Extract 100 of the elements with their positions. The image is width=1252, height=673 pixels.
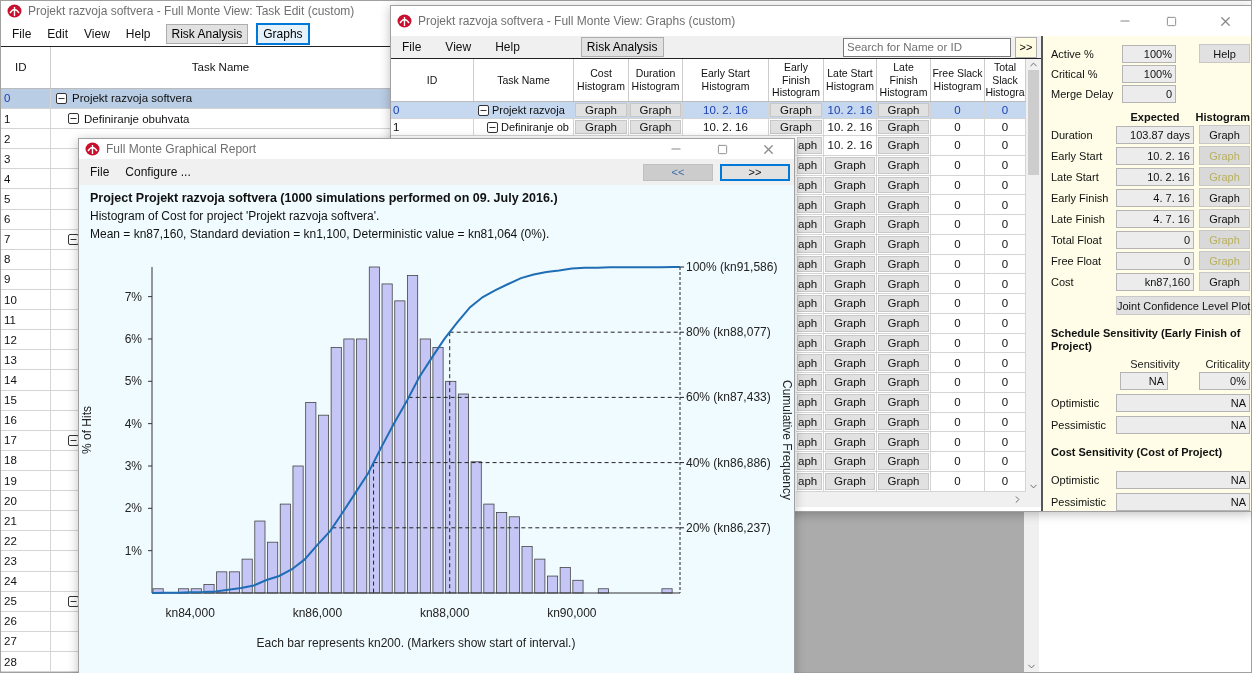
table-row[interactable]: 15 bbox=[1, 390, 79, 411]
graph-button[interactable]: Graph bbox=[825, 433, 875, 450]
table-row[interactable]: 16 bbox=[1, 410, 79, 431]
toolbar-button[interactable]: Risk Analysis bbox=[580, 37, 664, 57]
value-field[interactable]: kn87,160 bbox=[1116, 272, 1194, 291]
graph-button[interactable]: aph bbox=[797, 275, 822, 292]
graph-button[interactable]: Graph bbox=[825, 255, 875, 273]
value-field[interactable]: 4. 7. 16 bbox=[1116, 188, 1194, 207]
table-row[interactable]: aph Graph Graph 0 0 bbox=[796, 412, 1026, 433]
value-field[interactable]: NA bbox=[1116, 416, 1250, 435]
graph-button[interactable]: Graph bbox=[878, 176, 929, 194]
table-row[interactable]: 2 bbox=[1, 129, 79, 150]
graph-button[interactable]: aph bbox=[797, 314, 822, 332]
table-row[interactable]: aph Graph Graph 0 0 bbox=[796, 215, 1026, 235]
value-field[interactable]: 103.87 days bbox=[1116, 125, 1194, 144]
value-field[interactable]: NA bbox=[1120, 372, 1168, 391]
table-row[interactable]: 8 bbox=[1, 249, 79, 270]
table-row[interactable]: aph Graph Graph 0 0 bbox=[796, 234, 1026, 255]
help-button[interactable]: Help bbox=[1199, 44, 1250, 63]
value-field[interactable]: 100% bbox=[1122, 44, 1176, 63]
graph-button[interactable]: Graph bbox=[878, 334, 929, 352]
minus-box-icon[interactable] bbox=[68, 113, 79, 125]
table-row[interactable]: 25 bbox=[1, 591, 79, 612]
graph-button[interactable]: Graph bbox=[878, 235, 929, 253]
minus-box-icon[interactable] bbox=[478, 104, 489, 116]
graph-button[interactable]: Graph bbox=[825, 196, 875, 213]
graph-button[interactable]: Graph bbox=[878, 295, 929, 312]
graph-button[interactable]: Graph bbox=[825, 453, 875, 470]
graph-button[interactable]: Graph bbox=[630, 103, 681, 117]
graph-button[interactable]: Graph bbox=[630, 120, 681, 134]
value-field[interactable]: 0 bbox=[1122, 85, 1176, 103]
graph-button[interactable]: Graph bbox=[770, 103, 822, 117]
value-field[interactable]: 4. 7. 16 bbox=[1116, 209, 1194, 228]
table-row[interactable]: 1 Definiranje obuhvata bbox=[1, 109, 391, 130]
graph-button[interactable]: Graph bbox=[825, 176, 875, 194]
graph-button[interactable]: aph bbox=[797, 433, 822, 450]
graph-button[interactable]: Graph bbox=[825, 354, 875, 371]
minus-box-icon[interactable] bbox=[56, 92, 67, 104]
nav-button[interactable]: >> bbox=[720, 163, 790, 181]
table-row[interactable]: 20 bbox=[1, 491, 79, 512]
table-row[interactable]: 14 bbox=[1, 370, 79, 391]
minus-box-icon[interactable] bbox=[68, 233, 79, 245]
table-row[interactable]: 12 bbox=[1, 330, 79, 351]
table-row[interactable]: aph Graph Graph 0 0 bbox=[796, 254, 1026, 275]
menu-item[interactable]: Configure ... bbox=[118, 163, 198, 181]
table-row[interactable]: 11 bbox=[1, 310, 79, 331]
menu-item[interactable]: File bbox=[5, 24, 39, 43]
joint-plot-button[interactable]: Joint Confidence Level Plot bbox=[1116, 296, 1250, 315]
table-row[interactable]: 27 bbox=[1, 631, 79, 652]
graph-button[interactable]: Graph bbox=[878, 453, 929, 470]
table-row[interactable]: aph Graph Graph 0 0 bbox=[796, 373, 1026, 393]
graph-button[interactable]: Graph bbox=[825, 472, 875, 490]
table-row[interactable]: aph 10. 2. 16 Graph 0 0 bbox=[796, 136, 1026, 156]
table-row[interactable]: 10 bbox=[1, 290, 79, 311]
graph-button[interactable]: aph bbox=[797, 176, 822, 194]
graph-button[interactable]: aph bbox=[797, 295, 822, 312]
graph-button[interactable]: Graph bbox=[825, 275, 875, 292]
table-row[interactable]: 17 bbox=[1, 430, 79, 451]
table-row[interactable]: 21 bbox=[1, 511, 79, 532]
minus-box-icon[interactable] bbox=[487, 121, 498, 133]
table-row[interactable]: 22 bbox=[1, 531, 79, 552]
table-row[interactable]: aph Graph Graph 0 0 bbox=[796, 452, 1026, 472]
graph-button[interactable]: Graph bbox=[878, 196, 929, 213]
graph-button[interactable]: aph bbox=[797, 255, 822, 273]
graph-button[interactable]: Graph bbox=[1199, 272, 1250, 291]
table-row[interactable]: 13 bbox=[1, 350, 79, 371]
graph-button[interactable]: Graph bbox=[878, 433, 929, 450]
minus-box-icon[interactable] bbox=[68, 595, 79, 607]
graph-button[interactable]: Graph bbox=[878, 216, 929, 233]
search-field[interactable]: Search for Name or ID bbox=[843, 37, 1011, 57]
graph-button[interactable]: Graph bbox=[825, 393, 875, 411]
graph-button[interactable]: Graph bbox=[878, 137, 929, 154]
table-row[interactable]: 9 bbox=[1, 269, 79, 290]
table-row[interactable]: aph Graph Graph 0 0 bbox=[796, 195, 1026, 215]
table-row[interactable]: 23 bbox=[1, 551, 79, 572]
table-row[interactable]: 0 Projekt razvoja softvera bbox=[1, 88, 391, 109]
table-row[interactable]: 7 bbox=[1, 229, 79, 250]
table-row[interactable]: 1 Definiranje ob Graph Graph 10. 2. 16 Graph 10. 2. 16 Graph 0 0 bbox=[391, 119, 1026, 136]
table-row[interactable]: 0 Projekt razvoja Graph Graph 10. 2. 16 Graph 10. 2. 16 Graph 0 0 bbox=[391, 102, 1026, 119]
table-row[interactable]: 24 bbox=[1, 571, 79, 592]
graph-button[interactable]: Graph bbox=[878, 354, 929, 371]
table-row[interactable]: 4 bbox=[1, 169, 79, 190]
graph-button[interactable]: Graph bbox=[1199, 125, 1250, 144]
graph-button[interactable]: Graph bbox=[825, 216, 875, 233]
graph-button[interactable]: Graph bbox=[770, 120, 822, 134]
table-row[interactable]: aph Graph Graph 0 0 bbox=[796, 353, 1026, 373]
menu-item[interactable]: View bbox=[77, 24, 117, 43]
graph-button[interactable]: Graph bbox=[825, 235, 875, 253]
graph-button[interactable]: Graph bbox=[825, 295, 875, 312]
graph-button[interactable]: Graph bbox=[825, 374, 875, 391]
table-row[interactable]: aph Graph Graph 0 0 bbox=[796, 432, 1026, 452]
table-row[interactable]: aph Graph Graph 0 0 bbox=[796, 392, 1026, 413]
value-field[interactable]: 0% bbox=[1199, 372, 1250, 391]
value-field[interactable]: NA bbox=[1116, 394, 1250, 413]
graph-button[interactable]: aph bbox=[797, 137, 822, 154]
table-row[interactable]: 18 bbox=[1, 450, 79, 471]
graph-button[interactable]: Graph bbox=[1199, 209, 1250, 228]
menu-item[interactable]: Edit bbox=[40, 24, 76, 43]
graph-button[interactable]: aph bbox=[797, 156, 822, 174]
graph-button[interactable]: Graph bbox=[878, 374, 929, 391]
